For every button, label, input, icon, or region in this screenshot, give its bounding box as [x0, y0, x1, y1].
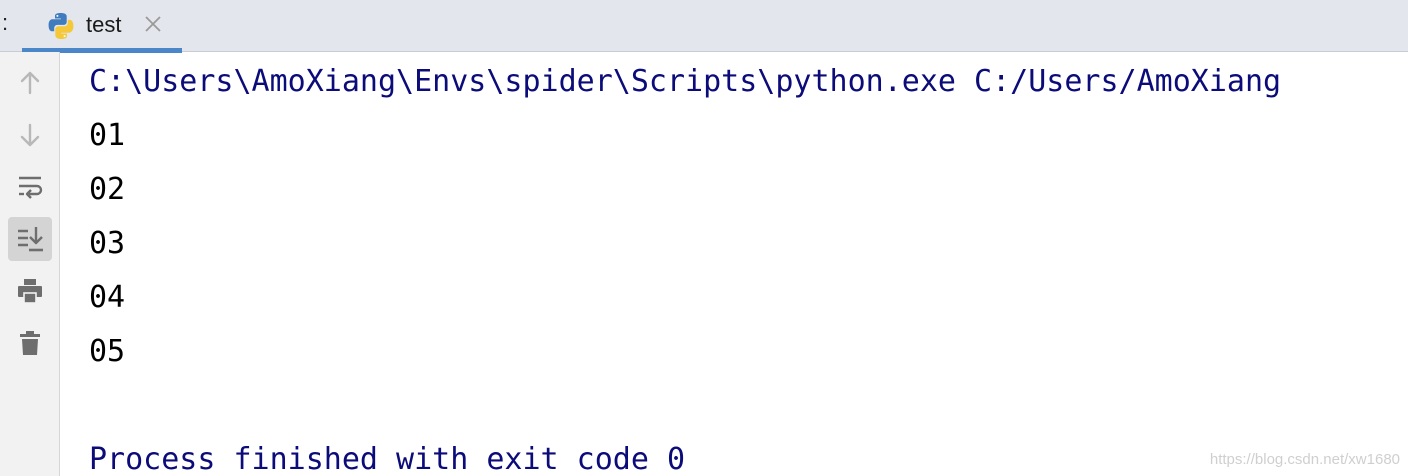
output-line: 02 [89, 172, 126, 207]
run-window: : test C:\Users\AmoXiang\Envs\spider\Scr… [0, 0, 1408, 476]
command-line: C:\Users\AmoXiang\Envs\spider\Scripts\py… [89, 64, 1282, 99]
clear-all-button[interactable] [8, 321, 52, 365]
close-icon[interactable] [142, 13, 164, 35]
python-icon [46, 11, 76, 41]
tab-label: test [86, 12, 122, 37]
up-arrow-icon [20, 71, 40, 95]
tabbar-prefix: : [2, 10, 9, 35]
down-arrow-icon [20, 123, 40, 147]
print-icon [18, 279, 42, 304]
console-toolbar [0, 52, 60, 476]
soft-wrap-icon [19, 176, 43, 199]
tab-test[interactable]: test [22, 0, 182, 53]
soft-wrap-button[interactable] [8, 165, 52, 209]
output-line: 05 [89, 334, 126, 369]
scroll-down-button[interactable] [8, 113, 52, 157]
output-line: 01 [89, 118, 126, 153]
scroll-to-end-button[interactable] [8, 217, 52, 261]
print-button[interactable] [8, 269, 52, 313]
scroll-to-end-icon [18, 227, 43, 252]
watermark: https://blog.csdn.net/xw1680 [1209, 451, 1400, 468]
output-line: 04 [89, 280, 126, 315]
trash-icon [20, 331, 40, 355]
console-output[interactable]: C:\Users\AmoXiang\Envs\spider\Scripts\py… [61, 52, 1408, 476]
run-tab-bar: : test [0, 0, 1408, 53]
scroll-up-button[interactable] [8, 61, 52, 105]
output-line: 03 [89, 226, 126, 261]
process-finished-line: Process finished with exit code 0 [89, 442, 686, 476]
